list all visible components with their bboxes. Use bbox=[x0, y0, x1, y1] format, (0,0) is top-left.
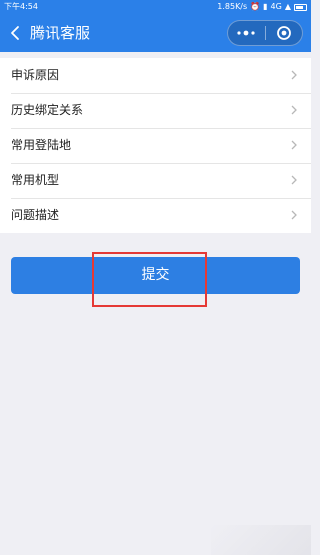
chevron-right-icon bbox=[291, 105, 297, 115]
target-close-icon bbox=[276, 26, 291, 40]
battery-icon bbox=[294, 3, 307, 11]
submit-button[interactable]: 提交 bbox=[11, 257, 300, 294]
menu-item-appeal-reason[interactable]: 申诉原因 bbox=[0, 58, 311, 93]
chevron-right-icon bbox=[291, 175, 297, 185]
page-title: 腾讯客服 bbox=[30, 24, 91, 42]
menu-list: 申诉原因 历史绑定关系 常用登陆地 常用机型 问题描述 bbox=[0, 58, 311, 233]
signal-bars-icon: ▮ bbox=[263, 2, 268, 11]
menu-item-label: 问题描述 bbox=[11, 208, 60, 222]
alarm-icon: ⏰ bbox=[250, 2, 261, 11]
chevron-left-icon[interactable] bbox=[8, 25, 24, 41]
menu-item-label: 申诉原因 bbox=[11, 68, 60, 82]
menu-item-label: 常用机型 bbox=[11, 173, 60, 187]
menu-item-login-location[interactable]: 常用登陆地 bbox=[0, 128, 311, 163]
menu-item-label: 历史绑定关系 bbox=[11, 103, 84, 117]
chevron-right-icon bbox=[291, 70, 297, 80]
navigation-bar: 腾讯客服 bbox=[0, 14, 311, 52]
mini-program-capsule bbox=[227, 20, 303, 46]
status-bar: 下午4:54 1.85K/s ⏰ ▮ 4G ▲ bbox=[0, 0, 311, 14]
network-speed: 1.85K/s bbox=[217, 2, 248, 11]
more-button[interactable] bbox=[228, 21, 265, 45]
chevron-right-icon bbox=[291, 210, 297, 220]
network-type: 4G bbox=[270, 2, 282, 11]
chevron-right-icon bbox=[291, 140, 297, 150]
status-time: 下午4:54 bbox=[4, 2, 38, 11]
corner-watermark bbox=[211, 525, 311, 555]
menu-item-device-model[interactable]: 常用机型 bbox=[0, 163, 311, 198]
close-button[interactable] bbox=[265, 21, 302, 45]
menu-item-label: 常用登陆地 bbox=[11, 138, 72, 152]
menu-item-problem-description[interactable]: 问题描述 bbox=[0, 198, 311, 233]
more-dots-icon bbox=[237, 30, 255, 36]
status-indicators: 1.85K/s ⏰ ▮ 4G ▲ bbox=[217, 0, 307, 14]
signal-strength-icon: ▲ bbox=[284, 2, 291, 11]
menu-item-binding-history[interactable]: 历史绑定关系 bbox=[0, 93, 311, 128]
